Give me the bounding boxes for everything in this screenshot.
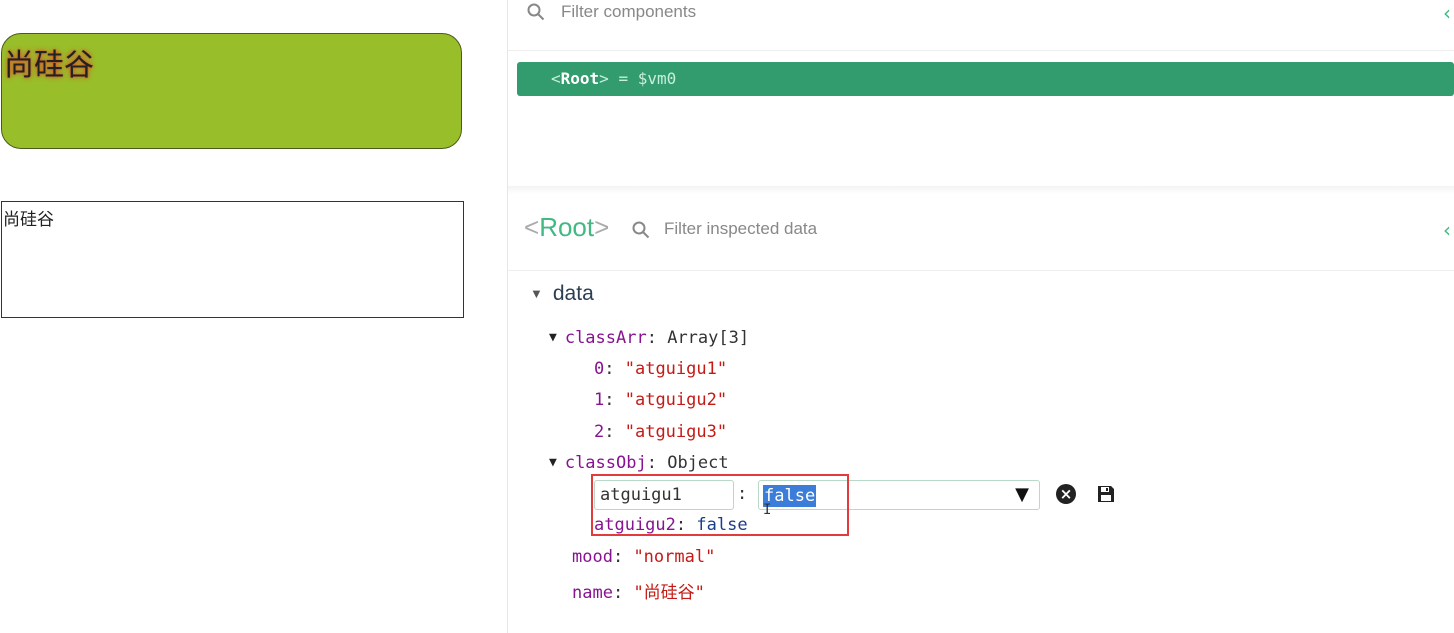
name-key: name bbox=[572, 583, 613, 603]
inspector-title: <Root> bbox=[524, 212, 609, 243]
plain-box-text: 尚硅谷 bbox=[3, 210, 54, 230]
classArr-type: Array[3] bbox=[667, 328, 750, 348]
basic-box-text: 尚硅谷 bbox=[4, 48, 94, 83]
item-value: "atguigu1" bbox=[624, 359, 728, 379]
item-index: 2 bbox=[594, 422, 605, 442]
classObj-row[interactable]: ▼ classObj: Object bbox=[549, 453, 729, 473]
plain-box bbox=[1, 201, 464, 318]
name-row[interactable]: name: "尚硅谷" bbox=[572, 578, 705, 603]
save-edit-button[interactable] bbox=[1097, 485, 1115, 503]
classArr-item-0[interactable]: 0: "atguigu1" bbox=[594, 359, 727, 379]
classArr-key: classArr bbox=[564, 328, 647, 348]
tag-close-bracket: > bbox=[599, 69, 609, 88]
mood-row[interactable]: mood: "normal" bbox=[572, 547, 715, 567]
dropdown-arrow-icon[interactable]: ▼ bbox=[1015, 484, 1029, 505]
component-tree-root-selected[interactable]: <Root> = $vm0 bbox=[517, 62, 1454, 96]
title-close-bracket: > bbox=[594, 212, 610, 242]
item-value: "atguigu3" bbox=[624, 422, 728, 442]
search-icon bbox=[632, 221, 650, 239]
item-index: 1 bbox=[594, 390, 605, 410]
panel-shadow bbox=[508, 186, 1454, 194]
data-section-toggle[interactable]: ▼ data bbox=[530, 282, 594, 306]
item-index: 0 bbox=[594, 359, 605, 379]
tag-open-bracket: < bbox=[551, 69, 561, 88]
classArr-item-1[interactable]: 1: "atguigu2" bbox=[594, 390, 727, 410]
classArr-row[interactable]: ▼ classArr: Array[3] bbox=[549, 328, 749, 348]
cancel-edit-button[interactable]: × bbox=[1056, 484, 1076, 504]
data-section-label: data bbox=[552, 282, 594, 305]
mood-value: "normal" bbox=[633, 547, 716, 567]
annotation-highlight-box bbox=[591, 474, 849, 536]
title-name: Root bbox=[539, 212, 595, 242]
collapse-icon[interactable]: ‹ bbox=[1443, 218, 1451, 242]
collapse-icon[interactable]: ‹ bbox=[1443, 1, 1451, 25]
classObj-key: classObj bbox=[564, 453, 647, 473]
inspector-filter-input[interactable]: Filter inspected data bbox=[664, 219, 817, 239]
vm-assignment: = $vm0 bbox=[608, 69, 677, 88]
search-icon bbox=[527, 3, 545, 21]
title-open-bracket: < bbox=[524, 212, 540, 242]
classArr-item-2[interactable]: 2: "atguigu3" bbox=[594, 422, 727, 442]
components-filter-input[interactable]: Filter components bbox=[561, 2, 696, 22]
expanded-triangle-icon: ▼ bbox=[530, 286, 543, 301]
expanded-triangle-icon: ▼ bbox=[549, 330, 557, 345]
item-value: "atguigu2" bbox=[624, 390, 728, 410]
name-value: "尚硅谷" bbox=[633, 583, 705, 603]
component-tag-name: Root bbox=[560, 69, 600, 88]
classObj-type: Object bbox=[667, 453, 729, 473]
expanded-triangle-icon: ▼ bbox=[549, 455, 557, 470]
mood-key: mood bbox=[572, 547, 613, 567]
panel-divider bbox=[507, 0, 508, 633]
